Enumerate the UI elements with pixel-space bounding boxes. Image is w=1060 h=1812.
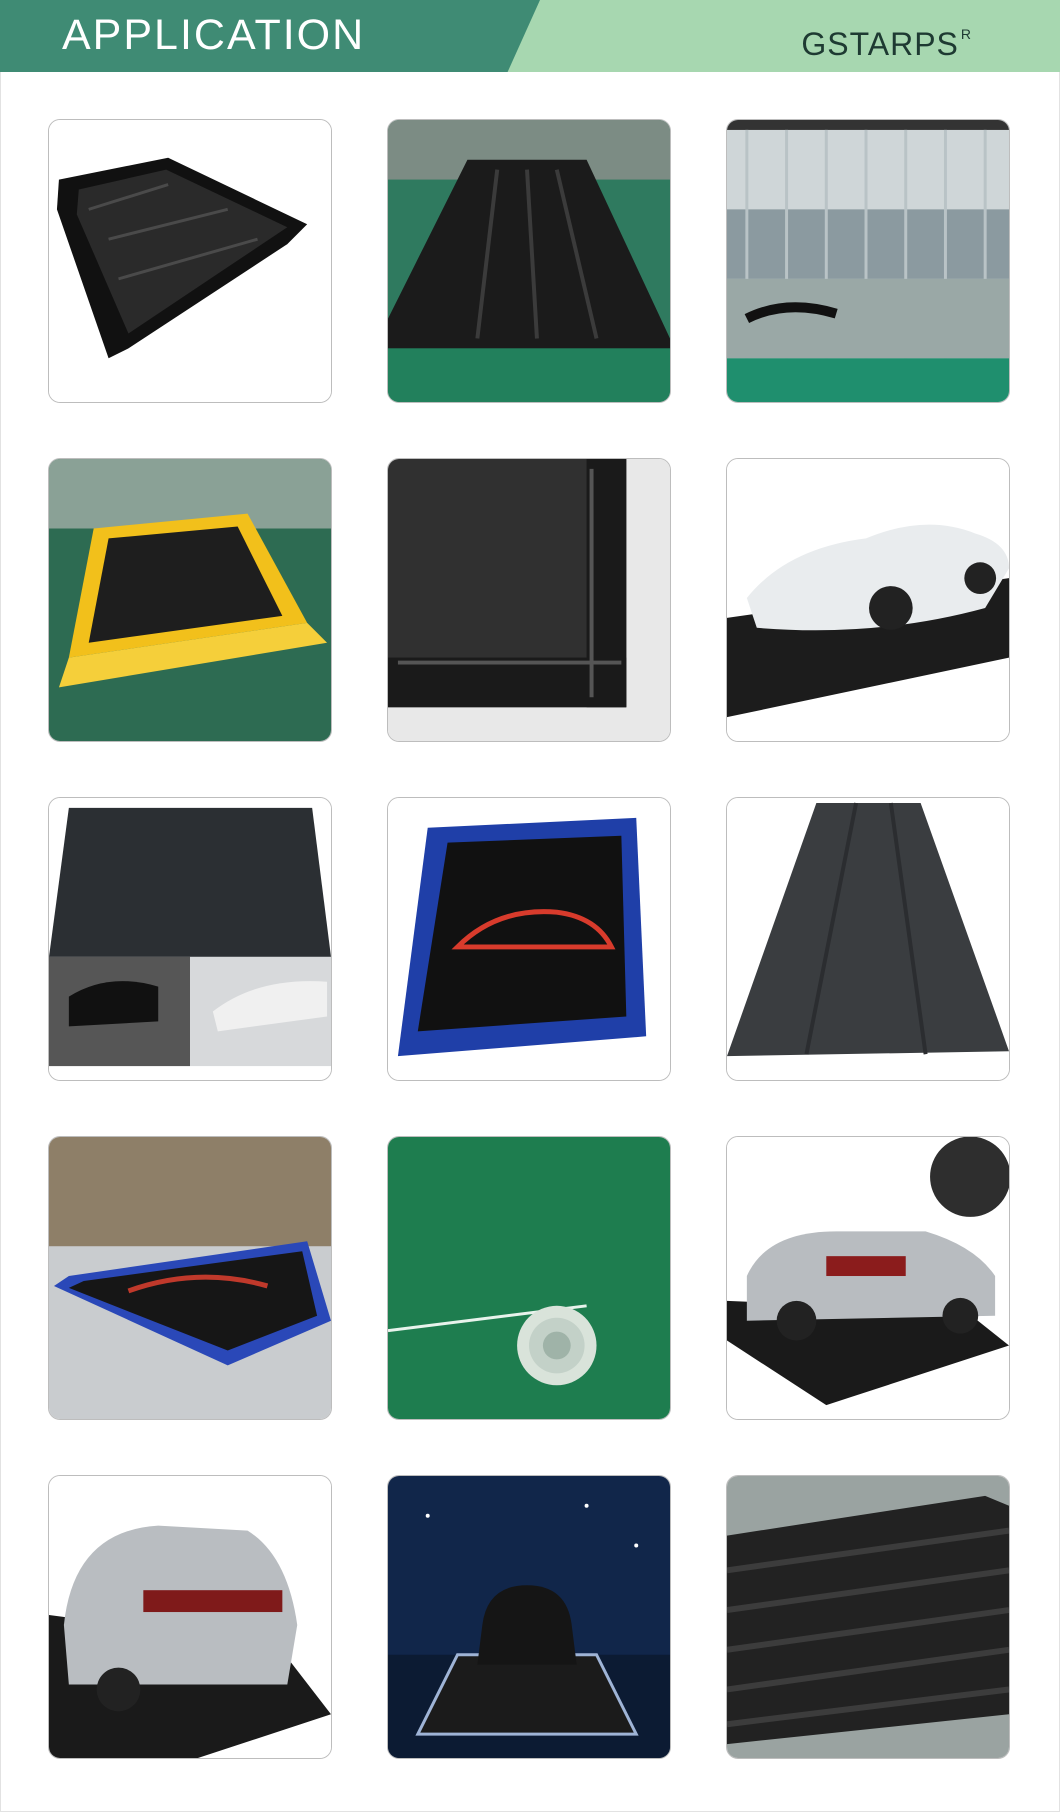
green-tarp-roll-image — [388, 1137, 670, 1419]
gallery-photo-1 — [48, 119, 332, 403]
gallery-photo-13 — [48, 1475, 332, 1759]
gallery-photo-9 — [726, 797, 1010, 1081]
gallery-photo-15 — [726, 1475, 1010, 1759]
silver-sedan-on-mat-image — [727, 1137, 1009, 1419]
header-banner: APPLICATION GSTARPS R — [0, 0, 1060, 72]
gallery-photo-3 — [726, 119, 1010, 403]
page-title: APPLICATION — [62, 11, 366, 59]
gallery-photo-2 — [387, 119, 671, 403]
silver-sedan-rear-image — [49, 1476, 331, 1758]
black-inflatable-mat-image — [49, 120, 331, 402]
gallery-photo-4 — [48, 458, 332, 742]
gallery-photo-10 — [48, 1136, 332, 1420]
black-mat-edge-closeup-image — [388, 459, 670, 741]
gallery-photo-11 — [387, 1136, 671, 1420]
black-mat-with-cars-image — [49, 798, 331, 1080]
gallery-photo-7 — [48, 797, 332, 1081]
blue-mat-workshop-image — [49, 1137, 331, 1419]
yellow-inflatable-mat-image — [49, 459, 331, 741]
white-sports-car-image — [727, 459, 1009, 741]
brand-name: GSTARPS R — [801, 26, 972, 62]
black-car-showroom-image — [388, 1476, 670, 1758]
gallery-photo-5 — [387, 458, 671, 742]
brand-text: GSTARPS — [801, 26, 959, 62]
stacked-black-mats-image — [727, 1476, 1009, 1758]
gallery-photo-12 — [726, 1136, 1010, 1420]
blue-inflatable-mat-image — [388, 798, 670, 1080]
gallery-photo-8 — [387, 797, 671, 1081]
registered-mark: R — [960, 26, 972, 43]
black-mat-floor-image — [727, 798, 1009, 1080]
gallery-photo-6 — [726, 458, 1010, 742]
black-mat-green-floor-image — [388, 120, 670, 402]
gallery-photo-14 — [387, 1475, 671, 1759]
clear-curtain-wash-bay-image — [727, 120, 1009, 402]
